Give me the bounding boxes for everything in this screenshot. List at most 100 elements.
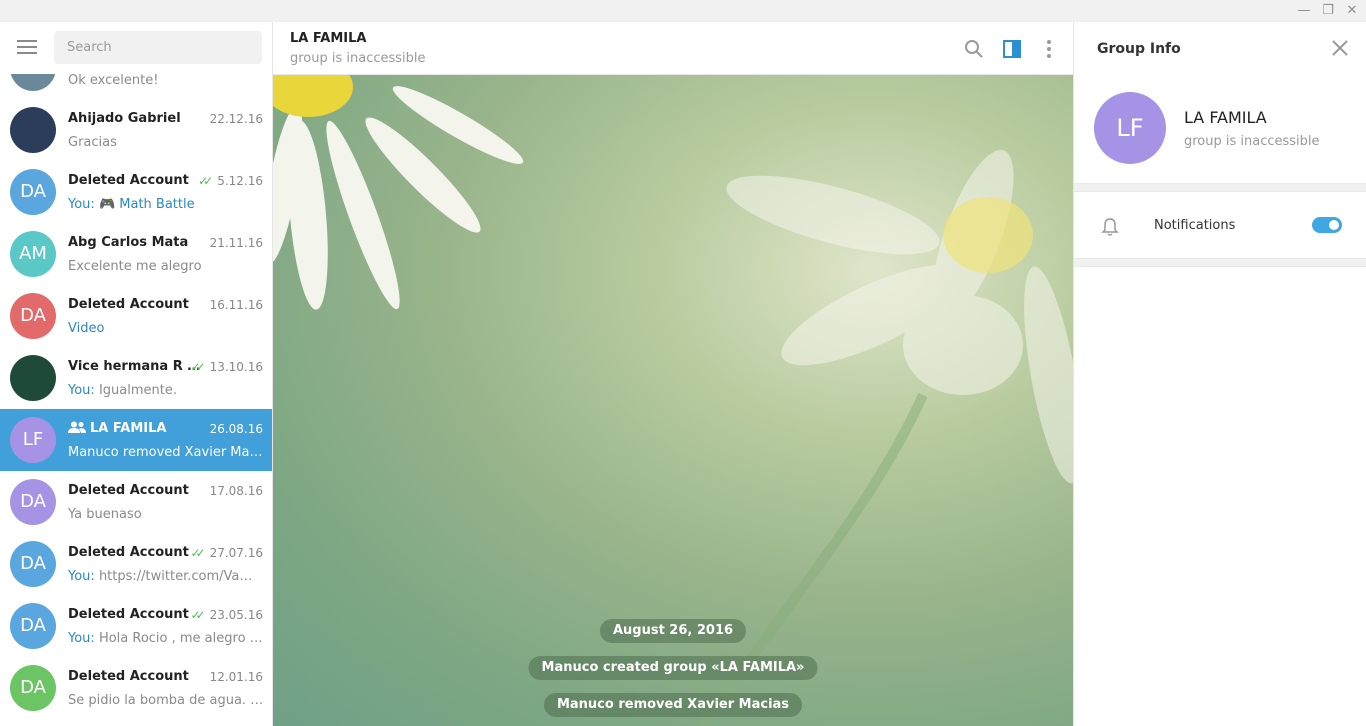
read-check-icon: ✓✓ bbox=[190, 546, 205, 560]
dialog-row[interactable]: DA Deleted Account 12.01.16 Se pidio la bom… bbox=[0, 657, 272, 719]
close-icon[interactable] bbox=[1330, 38, 1350, 58]
read-check-icon: ✓✓ bbox=[190, 608, 205, 622]
chat-header: LA FAMILA group is inaccessible bbox=[273, 22, 1073, 75]
window-titlebar: — ❐ ✕ bbox=[0, 0, 1366, 22]
dialog-preview-text: Se pidio la bomba de agua. Deb... bbox=[68, 693, 264, 708]
avatar: LF bbox=[10, 417, 56, 463]
dialog-preview: Excelente me alegro bbox=[68, 259, 264, 274]
more-options-icon[interactable] bbox=[1038, 38, 1060, 60]
sidebar-toggle-icon[interactable] bbox=[1001, 38, 1023, 60]
dialog-preview-text: Igualmente. bbox=[98, 383, 177, 398]
restore-button[interactable]: ❐ bbox=[1316, 2, 1340, 20]
dialog-row[interactable]: DA Deleted Account 16.11.16 Video bbox=[0, 285, 272, 347]
dialog-row[interactable]: DA Deleted Account ✓✓ 5.12.16 You: 🎮 Math Ba… bbox=[0, 161, 272, 223]
group-status: group is inaccessible bbox=[1184, 134, 1320, 149]
chat-title[interactable]: LA FAMILA bbox=[290, 31, 366, 46]
dialog-name-text: Deleted Account bbox=[68, 173, 189, 188]
group-avatar[interactable]: LF bbox=[1094, 92, 1166, 164]
chat-area: LA FAMILA group is inaccessible August 2… bbox=[273, 22, 1073, 726]
dialog-date: 21.11.16 bbox=[209, 236, 263, 250]
service-message: Manuco removed Xavier Macias bbox=[543, 693, 803, 717]
dialog-name-text: Ahijado Gabriel bbox=[68, 111, 181, 126]
minimize-button[interactable]: — bbox=[1292, 2, 1316, 20]
avatar: DA bbox=[10, 603, 56, 649]
dialog-name: Deleted Account bbox=[68, 607, 208, 622]
dialog-name-text: Deleted Account bbox=[68, 483, 189, 498]
bell-icon bbox=[1101, 218, 1119, 236]
you-prefix: You: bbox=[68, 631, 95, 646]
dialog-date: ✓✓ 13.10.16 bbox=[190, 360, 263, 374]
dialog-name: Deleted Account bbox=[68, 173, 208, 188]
dialog-date-text: 27.07.16 bbox=[209, 546, 263, 560]
dialog-name: Abg Carlos Mata bbox=[68, 235, 208, 250]
notifications-toggle[interactable] bbox=[1312, 217, 1342, 233]
dialog-name: Deleted Account bbox=[68, 297, 208, 312]
dialog-date-text: 23.05.16 bbox=[209, 608, 263, 622]
dialog-preview-text: Video bbox=[68, 321, 105, 336]
dialog-date: ✓✓ 5.12.16 bbox=[198, 174, 263, 188]
dialog-preview-text: Manuco removed Xavier Macias bbox=[68, 445, 264, 460]
dialog-preview: Se pidio la bomba de agua. Deb... bbox=[68, 693, 264, 708]
dialog-preview-text: 🎮 Math Battle bbox=[98, 197, 195, 212]
dialog-name: Vice hermana R G... bbox=[68, 359, 208, 374]
dialog-preview-text: Ok excelente! bbox=[68, 73, 159, 88]
dialog-preview: Ya buenaso bbox=[68, 507, 264, 522]
dialogs-header bbox=[0, 22, 272, 74]
dialog-preview: Gracias bbox=[68, 135, 264, 150]
dialog-name-text: Deleted Account bbox=[68, 297, 189, 312]
group-name: LA FAMILA bbox=[1184, 108, 1267, 127]
dialog-preview: You: 🎮 Math Battle bbox=[68, 197, 264, 212]
dialog-row[interactable]: AM Abg Carlos Mata 21.11.16 Excelente me al… bbox=[0, 223, 272, 285]
dialog-name-text: Deleted Account bbox=[68, 669, 189, 684]
chat-status: group is inaccessible bbox=[290, 51, 426, 66]
dialog-date: ✓✓ 23.05.16 bbox=[190, 608, 263, 622]
you-prefix: You: bbox=[68, 569, 95, 584]
date-service-message: August 26, 2016 bbox=[599, 619, 747, 643]
dialog-preview: You: Igualmente. bbox=[68, 383, 264, 398]
dialog-preview-text: Excelente me alegro bbox=[68, 259, 202, 274]
avatar: DA bbox=[10, 293, 56, 339]
dialog-preview: Manuco removed Xavier Macias bbox=[68, 445, 264, 460]
dialog-row[interactable]: Ahijado Gabriel 22.12.16 Gracias bbox=[0, 99, 272, 161]
divider bbox=[1074, 258, 1366, 267]
service-message: Manuco created group «LA FAMILA» bbox=[528, 656, 818, 680]
dialog-name-text: Vice hermana R G... bbox=[68, 359, 208, 374]
dialog-date-text: 13.10.16 bbox=[209, 360, 263, 374]
dialog-name: Deleted Account bbox=[68, 669, 208, 684]
dialog-name-text: Deleted Account bbox=[68, 545, 189, 560]
read-check-icon: ✓✓ bbox=[198, 174, 213, 188]
toggle-knob bbox=[1327, 218, 1341, 232]
avatar bbox=[10, 355, 56, 401]
dialog-date: 26.08.16 bbox=[209, 422, 263, 436]
dialog-name-text: Abg Carlos Mata bbox=[68, 235, 189, 250]
dialog-date: 17.08.16 bbox=[209, 484, 263, 498]
avatar: DA bbox=[10, 541, 56, 587]
dialog-date: 16.11.16 bbox=[209, 298, 263, 312]
dialog-row[interactable]: Vice hermana R G... ✓✓ 13.10.16 You: Igualm… bbox=[0, 347, 272, 409]
dialog-preview: Ok excelente! bbox=[68, 73, 264, 88]
dialog-row[interactable]: DA Deleted Account 17.08.16 Ya buenaso bbox=[0, 471, 272, 533]
dialog-preview: Video bbox=[68, 321, 264, 336]
notifications-label: Notifications bbox=[1154, 218, 1236, 233]
dialog-date: 22.12.16 bbox=[209, 112, 263, 126]
dialog-name: Ahijado Gabriel bbox=[68, 111, 208, 126]
dialog-row[interactable]: DA Deleted Account ✓✓ 27.07.16 You: https://… bbox=[0, 533, 272, 595]
dialog-date-text: 5.12.16 bbox=[217, 174, 263, 188]
dialog-row[interactable]: LF LA FAMILA 26.08.16 Manuco removed Xavier… bbox=[0, 409, 272, 471]
dialog-date: ✓✓ 27.07.16 bbox=[190, 546, 263, 560]
search-input[interactable] bbox=[54, 31, 262, 64]
dialog-preview-text: Ya buenaso bbox=[68, 507, 142, 522]
dialog-row[interactable]: DA Deleted Account ✓✓ 23.05.16 You: Hola Roc… bbox=[0, 595, 272, 657]
dialog-preview: You: Hola Rocio , me alegro q la... bbox=[68, 631, 264, 646]
dialog-preview-text: Hola Rocio , me alegro q la... bbox=[98, 631, 264, 646]
divider bbox=[1074, 183, 1366, 192]
dialog-preview-text: Gracias bbox=[68, 135, 117, 150]
chat-wallpaper: August 26, 2016 Manuco created group «LA… bbox=[273, 75, 1073, 726]
menu-icon[interactable] bbox=[17, 40, 37, 54]
dialog-preview: You: https://twitter.com/Vamo... bbox=[68, 569, 264, 584]
dialog-preview-text: https://twitter.com/Vamo... bbox=[98, 569, 264, 584]
close-window-button[interactable]: ✕ bbox=[1340, 2, 1364, 20]
search-icon[interactable] bbox=[963, 38, 985, 60]
avatar: AM bbox=[10, 231, 56, 277]
dialog-name-text: LA FAMILA bbox=[90, 421, 167, 436]
